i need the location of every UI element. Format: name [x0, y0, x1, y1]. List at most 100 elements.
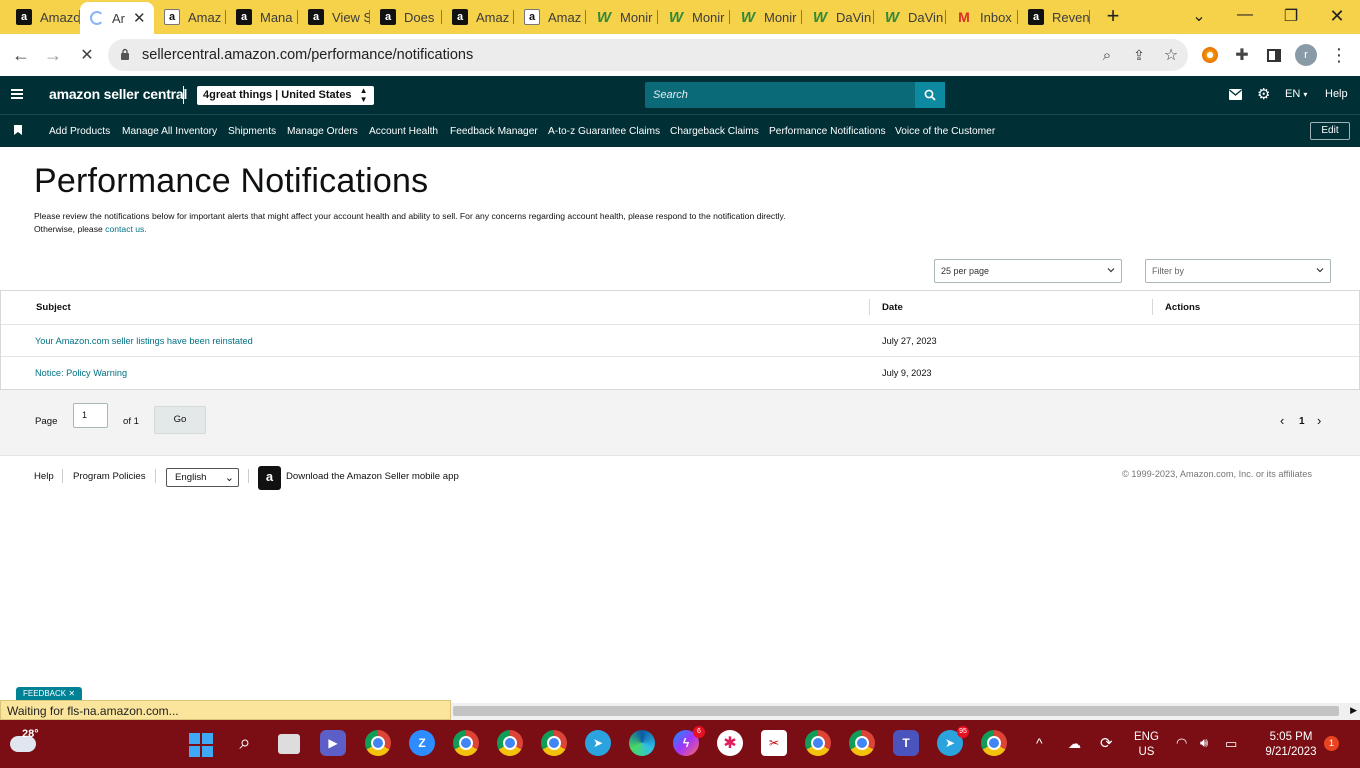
- column-header-date[interactable]: Date: [882, 302, 903, 313]
- zoom-app-icon[interactable]: Z: [409, 730, 435, 756]
- notification-subject-link[interactable]: Notice: Policy Warning: [35, 368, 127, 378]
- feedback-tab[interactable]: FEEDBACK ✕: [16, 687, 83, 700]
- browser-tab[interactable]: a View S: [298, 4, 370, 30]
- store-selector[interactable]: 4great things | United States ▲ ▼: [197, 86, 374, 105]
- tab-search-chevron-icon[interactable]: ⌄: [1184, 6, 1214, 26]
- edge-browser-icon[interactable]: [629, 730, 655, 756]
- side-panel-icon[interactable]: [1261, 42, 1287, 68]
- hamburger-menu-icon[interactable]: [11, 89, 23, 99]
- search-input[interactable]: Search: [645, 82, 945, 108]
- wifi-icon[interactable]: ◠: [1176, 735, 1187, 751]
- bookmark-icon[interactable]: [14, 125, 22, 135]
- notification-center-badge[interactable]: 1: [1324, 736, 1339, 751]
- show-hidden-icons-chevron-icon[interactable]: ^: [1036, 735, 1043, 751]
- chrome-profile-icon[interactable]: [365, 730, 391, 756]
- page-number-input[interactable]: 1: [73, 403, 108, 428]
- browser-tab[interactable]: a Reven: [1018, 4, 1090, 30]
- nav-a-to-z-claims[interactable]: A-to-z Guarantee Claims: [548, 126, 660, 137]
- nav-manage-all-inventory[interactable]: Manage All Inventory: [122, 126, 217, 137]
- browser-tab[interactable]: a Does: [370, 4, 442, 30]
- browser-tab[interactable]: W DaVin: [802, 4, 874, 30]
- browser-tab[interactable]: a Mana: [226, 4, 298, 30]
- chrome-active-icon[interactable]: [805, 730, 831, 756]
- system-clock[interactable]: 5:05 PM 9/21/2023: [1255, 730, 1327, 760]
- snipping-tool-icon[interactable]: ✂: [761, 730, 787, 756]
- edit-nav-button[interactable]: Edit: [1310, 122, 1350, 140]
- help-link[interactable]: Help: [1325, 88, 1348, 100]
- telegram-icon[interactable]: ➤: [585, 730, 611, 756]
- new-tab-icon[interactable]: +: [1098, 3, 1128, 29]
- browser-tab[interactable]: M Inbox: [946, 4, 1018, 30]
- battery-icon[interactable]: ▭: [1225, 736, 1237, 752]
- teams-chat-icon[interactable]: ▶: [320, 730, 346, 756]
- restore-icon[interactable]: ❐: [1276, 6, 1306, 26]
- amazon-seller-app-icon[interactable]: a: [258, 466, 281, 490]
- input-language-indicator[interactable]: ENG US: [1134, 730, 1159, 760]
- close-window-icon[interactable]: ✕: [1322, 6, 1352, 27]
- nav-feedback-manager[interactable]: Feedback Manager: [450, 126, 538, 137]
- nav-shipments[interactable]: Shipments: [228, 126, 276, 137]
- extension-orange-icon[interactable]: [1197, 42, 1223, 68]
- nav-voice-of-customer[interactable]: Voice of the Customer: [895, 126, 995, 137]
- volume-icon[interactable]: 🔊︎: [1200, 735, 1208, 751]
- chrome-profile-icon[interactable]: [849, 730, 875, 756]
- taskbar-search-icon[interactable]: ⌕: [232, 730, 258, 756]
- chrome-profile-icon[interactable]: [453, 730, 479, 756]
- footer-help-link[interactable]: Help: [34, 471, 54, 482]
- download-app-link[interactable]: Download the Amazon Seller mobile app: [286, 471, 459, 482]
- horizontal-scrollbar[interactable]: ▶: [451, 703, 1360, 720]
- stop-loading-icon[interactable]: ✕: [74, 42, 100, 68]
- notification-subject-link[interactable]: Your Amazon.com seller listings have bee…: [35, 336, 253, 346]
- contact-us-link[interactable]: contact us.: [105, 224, 147, 234]
- forward-arrow-icon[interactable]: →: [40, 42, 66, 68]
- browser-tab[interactable]: a Amazo: [6, 4, 80, 30]
- bookmark-star-icon[interactable]: ☆: [1158, 42, 1184, 68]
- nav-add-products[interactable]: Add Products: [49, 126, 110, 137]
- nav-manage-orders[interactable]: Manage Orders: [287, 126, 358, 137]
- teams-icon[interactable]: T: [893, 730, 919, 756]
- task-view-icon[interactable]: [278, 734, 300, 754]
- minimize-icon[interactable]: —: [1230, 6, 1260, 24]
- language-selector[interactable]: EN ▾: [1285, 88, 1307, 100]
- browser-tab[interactable]: W Monir: [586, 4, 658, 30]
- search-button[interactable]: [915, 82, 945, 108]
- onedrive-error-icon[interactable]: ☁: [1068, 736, 1081, 752]
- footer-language-select[interactable]: English ⌄: [166, 468, 239, 487]
- telegram-icon[interactable]: ➤ 95: [937, 726, 969, 756]
- address-bar[interactable]: sellercentral.amazon.com/performance/not…: [108, 39, 1188, 71]
- browser-tab[interactable]: a Amaz: [154, 4, 226, 30]
- seller-central-logo[interactable]: amazon seller central: [49, 86, 187, 102]
- prev-page-chevron-icon[interactable]: ‹: [1280, 413, 1284, 428]
- sync-icon[interactable]: ⟳: [1100, 734, 1113, 752]
- nav-account-health[interactable]: Account Health: [369, 126, 438, 137]
- chrome-profile-icon[interactable]: [497, 730, 523, 756]
- messenger-icon[interactable]: ϟ6: [673, 726, 705, 756]
- browser-tab[interactable]: a Amaz: [442, 4, 514, 30]
- share-icon[interactable]: ⇪: [1126, 42, 1152, 68]
- column-header-subject[interactable]: Subject: [36, 302, 71, 313]
- browser-tab[interactable]: W Monir: [658, 4, 730, 30]
- nav-chargeback-claims[interactable]: Chargeback Claims: [670, 126, 759, 137]
- current-page-number[interactable]: 1: [1299, 416, 1305, 427]
- profile-avatar[interactable]: r: [1293, 42, 1319, 68]
- footer-program-policies-link[interactable]: Program Policies: [73, 471, 146, 482]
- mail-icon[interactable]: [1229, 89, 1242, 100]
- settings-gear-icon[interactable]: ⚙: [1257, 85, 1270, 103]
- browser-tab-active[interactable]: Ar ✕: [80, 2, 154, 34]
- chrome-profile-icon[interactable]: [981, 730, 1007, 756]
- slack-icon[interactable]: ✱: [717, 730, 743, 756]
- browser-tab[interactable]: W Monir: [730, 4, 802, 30]
- browser-tab[interactable]: a Amaz: [514, 4, 586, 30]
- nav-performance-notifications[interactable]: Performance Notifications: [769, 126, 886, 137]
- go-button[interactable]: Go: [154, 406, 206, 434]
- scrollbar-thumb[interactable]: [453, 706, 1339, 716]
- extensions-puzzle-icon[interactable]: ✚: [1229, 42, 1255, 68]
- filter-by-select[interactable]: Filter by: [1145, 259, 1331, 283]
- next-page-chevron-icon[interactable]: ›: [1317, 413, 1321, 428]
- chrome-menu-icon[interactable]: ⋮: [1326, 42, 1352, 68]
- browser-tab[interactable]: W DaVin: [874, 4, 946, 30]
- back-arrow-icon[interactable]: ←: [8, 42, 34, 68]
- zoom-icon[interactable]: ⌕: [1094, 42, 1120, 68]
- windows-start-icon[interactable]: [189, 733, 213, 757]
- close-tab-icon[interactable]: ✕: [133, 9, 146, 27]
